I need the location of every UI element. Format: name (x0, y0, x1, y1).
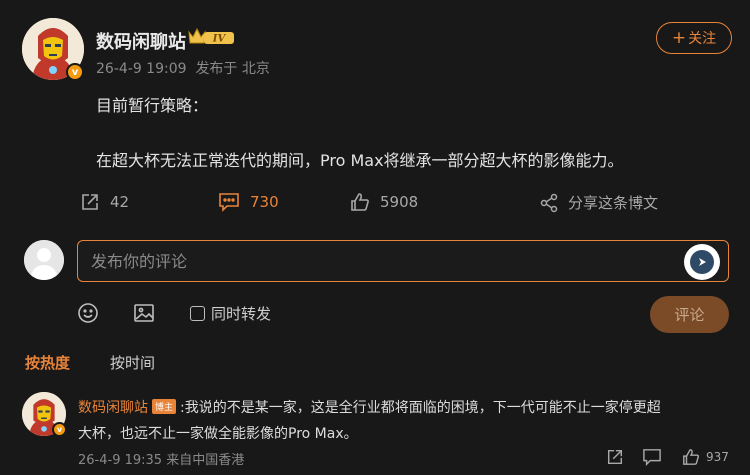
post-text-line-1: 目前暂行策略： (96, 96, 209, 115)
repost-icon (80, 192, 100, 212)
repost-button[interactable]: 42 (80, 192, 129, 212)
assistant-bubble-button[interactable] (684, 244, 720, 280)
share-icon (540, 193, 558, 213)
level-badge: IV (212, 34, 227, 45)
like-icon (350, 192, 370, 212)
comment-input[interactable] (78, 241, 728, 281)
like-button[interactable]: 5908 (350, 192, 418, 212)
send-icon (690, 250, 714, 274)
like-count: 5908 (380, 193, 419, 211)
comment-input-box[interactable] (77, 240, 729, 282)
host-badge: 博主 (152, 399, 177, 414)
reply-icon (606, 449, 624, 470)
comment-text-line-2: 大杯，也远不止一家做全能影像的Pro Max。 (78, 426, 358, 442)
comment-button[interactable]: 730 (218, 192, 279, 212)
post-time: 26-4-9 19:09 (96, 61, 187, 77)
also-repost-label: 同时转发 (211, 305, 272, 323)
verified-badge: v (66, 63, 84, 81)
share-label: 分享这条博文 (568, 194, 659, 212)
also-repost-toggle[interactable]: 同时转发 (190, 303, 271, 324)
share-button[interactable]: 分享这条博文 (540, 192, 658, 213)
comment-text-line-1: :我说的不是某一家，这是全行业都将面临的困境，下一代可能不止一家停更超 (180, 400, 661, 416)
follow-label: 关注 (688, 31, 717, 47)
crown-icon: IV (186, 26, 236, 48)
comment-like-button[interactable] (682, 448, 700, 470)
comment-like-icon (682, 449, 700, 470)
comment-count: 730 (250, 193, 279, 211)
comment-share-button[interactable] (606, 448, 624, 470)
emoji-button[interactable] (77, 302, 99, 328)
post-meta: 26-4-9 19:09 发布于 北京 (96, 58, 270, 78)
comment-icon (642, 449, 662, 470)
follow-button[interactable]: + 关注 (656, 22, 732, 54)
post-text-line-2: 在超大杯无法正常迭代的期间，Pro Max将继承一部分超大杯的影像能力。 (96, 151, 624, 170)
comment-reply-button[interactable] (642, 448, 662, 470)
comment-meta: 26-4-9 19:35 来自中国香港 (78, 453, 245, 468)
comment-verified-badge: v (52, 422, 67, 437)
comment-icon (218, 192, 240, 212)
comment-like-count: 937 (706, 450, 729, 464)
my-avatar (24, 240, 64, 280)
image-icon (133, 304, 155, 328)
tab-sort-time[interactable]: 按时间 (110, 352, 155, 373)
post-location: 发布于 北京 (195, 61, 270, 77)
also-repost-checkbox[interactable] (190, 306, 205, 321)
tab-sort-hot[interactable]: 按热度 (25, 352, 70, 373)
repost-count: 42 (110, 193, 130, 211)
image-button[interactable] (133, 302, 155, 328)
comment-line-1: 数码闲聊站 博主:我说的不是某一家，这是全行业都将面临的困境，下一代可能不止一家停… (78, 397, 661, 417)
emoji-icon (77, 303, 99, 328)
plus-icon: + (671, 27, 687, 48)
comment-author-name[interactable]: 数码闲聊站 (78, 400, 148, 416)
author-name[interactable]: 数码闲聊站 (96, 28, 186, 54)
submit-comment-button[interactable]: 评论 (650, 296, 729, 333)
